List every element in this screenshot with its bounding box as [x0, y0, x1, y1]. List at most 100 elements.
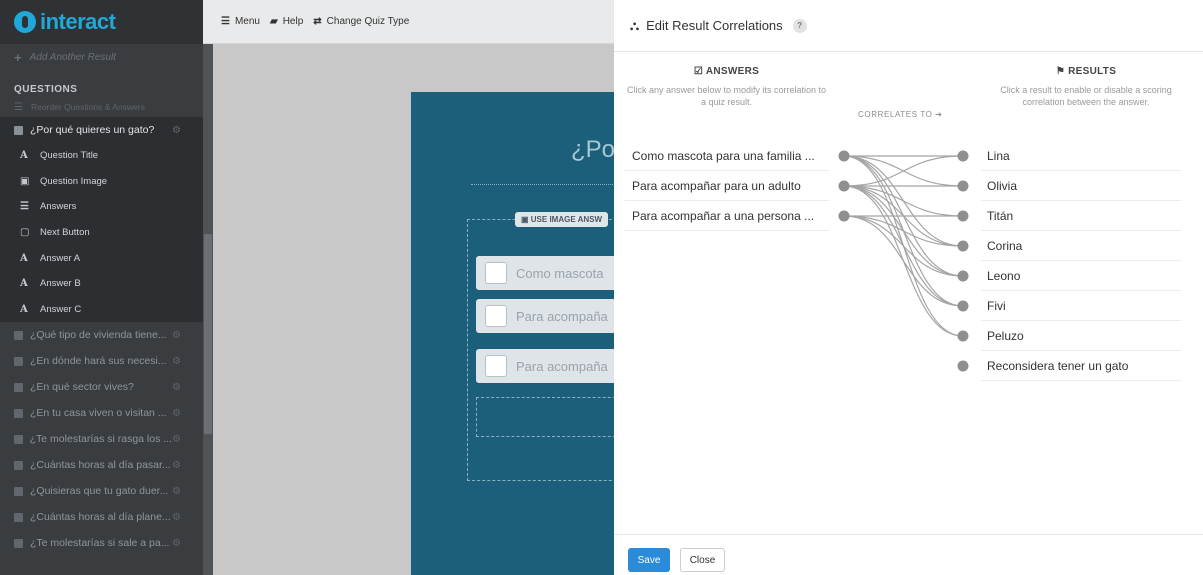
menu-label: Menu	[234, 16, 260, 27]
result-connector-dot[interactable]	[957, 360, 969, 372]
question-item[interactable]: ¿Quisieras que tu gato duer... ⚙	[0, 478, 203, 504]
question-label: ¿Cuántas horas al día pasar...	[30, 459, 171, 472]
preview-title[interactable]: ¿Po	[571, 136, 615, 164]
result-row[interactable]: Reconsidera tener un gato	[981, 351, 1181, 381]
save-button[interactable]: Save	[628, 548, 670, 572]
question-label: ¿En tu casa viven o visitan ...	[30, 407, 167, 420]
answer-row[interactable]: Para acompañar para un adulto	[624, 171, 829, 201]
question-label: ¿En dónde hará sus necesi...	[30, 355, 167, 368]
result-connector-dot[interactable]	[957, 180, 969, 192]
result-connector-dot[interactable]	[957, 330, 969, 342]
edit-result-correlations-modal: ⛬ Edit Result Correlations ? ☑ ANSWERS C…	[614, 0, 1203, 575]
sidebar-sub-item[interactable]: A Answer A	[0, 245, 203, 271]
result-label: Fivi	[987, 298, 1006, 313]
question-item[interactable]: ¿En dónde hará sus necesi... ⚙	[0, 348, 203, 374]
sidebar-scrollbar[interactable]	[203, 44, 213, 575]
add-result-label: Add Another Result	[29, 51, 116, 63]
gear-icon[interactable]: ⚙	[172, 460, 181, 471]
gear-icon[interactable]: ⚙	[172, 538, 181, 549]
menu-button[interactable]: ☰ Menu	[221, 16, 260, 27]
preview-divider	[471, 184, 621, 185]
question-item[interactable]: ¿Qué tipo de vivienda tiene... ⚙	[0, 322, 203, 348]
use-image-answers-button[interactable]: ▣ USE IMAGE ANSW	[515, 212, 609, 227]
preview-answer-label: Como mascota	[516, 265, 604, 281]
question-icon	[14, 356, 23, 366]
gear-icon[interactable]: ⚙	[172, 382, 181, 393]
question-item-active[interactable]: ¿Por qué quieres un gato? ⚙	[0, 117, 203, 143]
question-icon	[14, 460, 23, 470]
result-connector-dot[interactable]	[957, 270, 969, 282]
question-label: ¿Por qué quieres un gato?	[30, 124, 155, 136]
answer-row[interactable]: Para acompañar a una persona ...	[624, 201, 829, 231]
question-item[interactable]: ¿En qué sector vives? ⚙	[0, 374, 203, 400]
gear-icon[interactable]: ⚙	[172, 125, 181, 136]
answer-connector-dot[interactable]	[838, 150, 850, 162]
result-label: Corina	[987, 238, 1023, 253]
sub-item-label: Question Image	[40, 175, 108, 187]
gear-icon[interactable]: ⚙	[172, 434, 181, 445]
result-connector-dot[interactable]	[957, 150, 969, 162]
sub-item-label: Question Title	[40, 150, 99, 162]
text-icon: A	[20, 303, 28, 315]
gear-icon[interactable]: ⚙	[172, 486, 181, 497]
preview-answer-c[interactable]: Para acompaña	[476, 349, 626, 383]
gear-icon[interactable]: ⚙	[172, 512, 181, 523]
change-quiz-type-button[interactable]: ⇄ Change Quiz Type	[313, 16, 409, 27]
preview-answer-a[interactable]: Como mascota	[476, 256, 626, 290]
correlation-line	[843, 215, 964, 277]
question-label: ¿Quisieras que tu gato duer...	[30, 485, 169, 498]
question-item[interactable]: ¿Cuántas horas al día pasar... ⚙	[0, 452, 203, 478]
question-item[interactable]: ¿Te molestarías si sale a pa... ⚙	[0, 530, 203, 556]
gear-icon[interactable]: ⚙	[172, 330, 181, 341]
result-row[interactable]: Olivia	[981, 171, 1181, 201]
question-item[interactable]: ¿En tu casa viven o visitan ... ⚙	[0, 400, 203, 426]
result-row[interactable]: Leono	[981, 261, 1181, 291]
result-row[interactable]: Lina	[981, 141, 1181, 171]
correlation-line	[843, 215, 964, 247]
result-row[interactable]: Fivi	[981, 291, 1181, 321]
question-icon	[14, 434, 23, 444]
result-label: Reconsidera tener un gato	[987, 358, 1129, 373]
answer-connector-dot[interactable]	[838, 210, 850, 222]
result-row[interactable]: Peluzo	[981, 321, 1181, 351]
scrollbar-thumb[interactable]	[204, 234, 212, 434]
use-image-label: USE IMAGE ANSW	[530, 215, 603, 224]
sub-item-label: Answer C	[40, 303, 82, 315]
gear-icon[interactable]: ⚙	[172, 356, 181, 367]
result-label: Lina	[987, 148, 1010, 163]
answer-connector-dot[interactable]	[838, 180, 850, 192]
answer-row[interactable]: Como mascota para una familia ...	[624, 141, 829, 171]
sidebar-sub-item[interactable]: ☰ Answers	[0, 194, 203, 220]
sidebar-sub-item[interactable]: ▢ Next Button	[0, 219, 203, 246]
sidebar-sub-item[interactable]: ▣ Question Image	[0, 168, 203, 195]
list-icon: ☰	[20, 201, 29, 213]
help-button[interactable]: ▰ Help	[270, 16, 303, 27]
interact-logo-icon	[14, 11, 36, 33]
gear-icon[interactable]: ⚙	[172, 408, 181, 419]
reorder-button[interactable]: ☰ Reorder Questions & Answers	[0, 97, 203, 117]
plus-icon: +	[14, 49, 22, 65]
answer-label: Para acompañar para un adulto	[632, 178, 801, 193]
result-connector-dot[interactable]	[957, 300, 969, 312]
text-icon: A	[20, 150, 28, 162]
result-connector-dot[interactable]	[957, 210, 969, 222]
question-icon	[14, 382, 23, 392]
result-label: Peluzo	[987, 328, 1024, 343]
sub-item-label: Answers	[40, 201, 77, 213]
preview-answer-b[interactable]: Para acompaña	[476, 299, 626, 333]
sub-item-label: Answer B	[40, 278, 81, 290]
result-connector-dot[interactable]	[957, 240, 969, 252]
result-row[interactable]: Corina	[981, 231, 1181, 261]
question-item[interactable]: ¿Te molestarías si rasga los ... ⚙	[0, 426, 203, 452]
close-button[interactable]: Close	[680, 548, 725, 572]
image-icon: ▣	[521, 215, 531, 224]
question-label: ¿En qué sector vives?	[30, 381, 134, 394]
question-item[interactable]: ¿Cuántas horas al día plane... ⚙	[0, 504, 203, 530]
sidebar-sub-item[interactable]: A Question Title	[0, 143, 203, 169]
sidebar-sub-item[interactable]: A Answer C	[0, 296, 203, 323]
next-button-slot[interactable]	[476, 397, 626, 437]
result-row[interactable]: Titán	[981, 201, 1181, 231]
brand[interactable]: interact	[0, 0, 203, 44]
sidebar-sub-item[interactable]: A Answer B	[0, 270, 203, 297]
add-result-button[interactable]: + Add Another Result	[0, 44, 203, 70]
